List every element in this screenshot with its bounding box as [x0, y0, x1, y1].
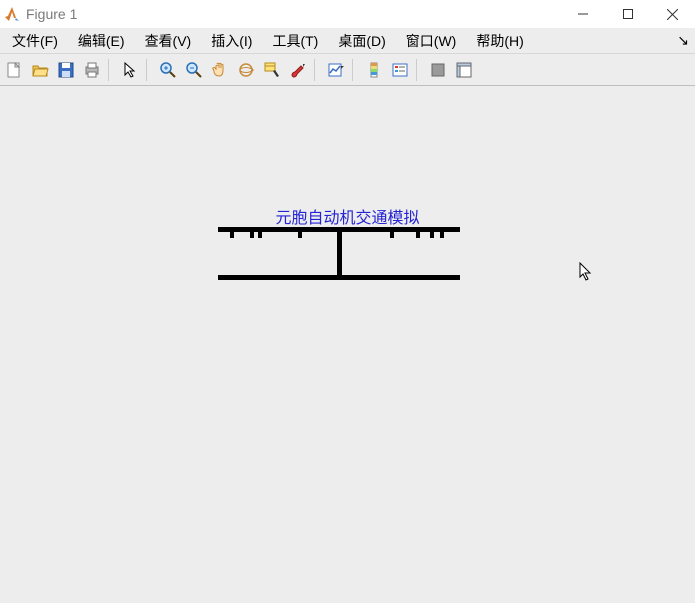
title-bar: Figure 1 [0, 0, 695, 28]
zoom-in-icon[interactable] [156, 58, 180, 82]
rotate-3d-icon[interactable] [234, 58, 258, 82]
print-icon[interactable] [80, 58, 104, 82]
menu-help[interactable]: 帮助(H) [466, 29, 533, 53]
brush-icon[interactable] [286, 58, 310, 82]
minimize-button[interactable] [560, 0, 605, 28]
close-button[interactable] [650, 0, 695, 28]
toolbar [0, 54, 695, 86]
menu-tools[interactable]: 工具(T) [262, 29, 328, 53]
toolbar-chevron-icon[interactable]: ↘ [677, 32, 689, 49]
zoom-out-icon[interactable] [182, 58, 206, 82]
menu-edit[interactable]: 编辑(E) [68, 29, 135, 53]
road-tick [390, 230, 394, 238]
road-tick [416, 230, 420, 238]
road-center-divider [337, 230, 342, 278]
menu-view[interactable]: 查看(V) [135, 29, 202, 53]
road-tick [298, 230, 302, 238]
road-tick [230, 230, 234, 238]
menu-insert[interactable]: 插入(I) [201, 29, 262, 53]
road-tick [440, 230, 444, 238]
open-icon[interactable] [28, 58, 52, 82]
pan-icon[interactable] [208, 58, 232, 82]
new-figure-icon[interactable] [2, 58, 26, 82]
show-plot-tools-icon[interactable] [452, 58, 476, 82]
menu-bar: 文件(F) 编辑(E) 查看(V) 插入(I) 工具(T) 桌面(D) 窗口(W… [0, 28, 695, 54]
menu-file[interactable]: 文件(F) [2, 29, 68, 53]
save-icon[interactable] [54, 58, 78, 82]
road-tick [430, 230, 434, 238]
data-cursor-icon[interactable] [260, 58, 284, 82]
figure-canvas[interactable]: 元胞自动机交通模拟 [0, 86, 695, 603]
mouse-cursor-icon [579, 262, 593, 285]
insert-legend-icon[interactable] [388, 58, 412, 82]
maximize-button[interactable] [605, 0, 650, 28]
separator [108, 59, 114, 81]
road-diagram [218, 227, 460, 280]
separator [146, 59, 152, 81]
window-title: Figure 1 [26, 6, 77, 22]
separator [314, 59, 320, 81]
figure-title: 元胞自动机交通模拟 [0, 204, 695, 228]
hide-plot-tools-icon[interactable] [426, 58, 450, 82]
road-tick [258, 230, 262, 238]
edit-plot-arrow-icon[interactable] [118, 58, 142, 82]
separator [352, 59, 358, 81]
menu-window[interactable]: 窗口(W) [396, 29, 467, 53]
separator [416, 59, 422, 81]
matlab-logo-icon [4, 6, 20, 22]
road-tick [250, 230, 254, 238]
window-controls [560, 0, 695, 28]
link-data-icon[interactable] [324, 58, 348, 82]
menu-desktop[interactable]: 桌面(D) [328, 29, 395, 53]
insert-colorbar-icon[interactable] [362, 58, 386, 82]
